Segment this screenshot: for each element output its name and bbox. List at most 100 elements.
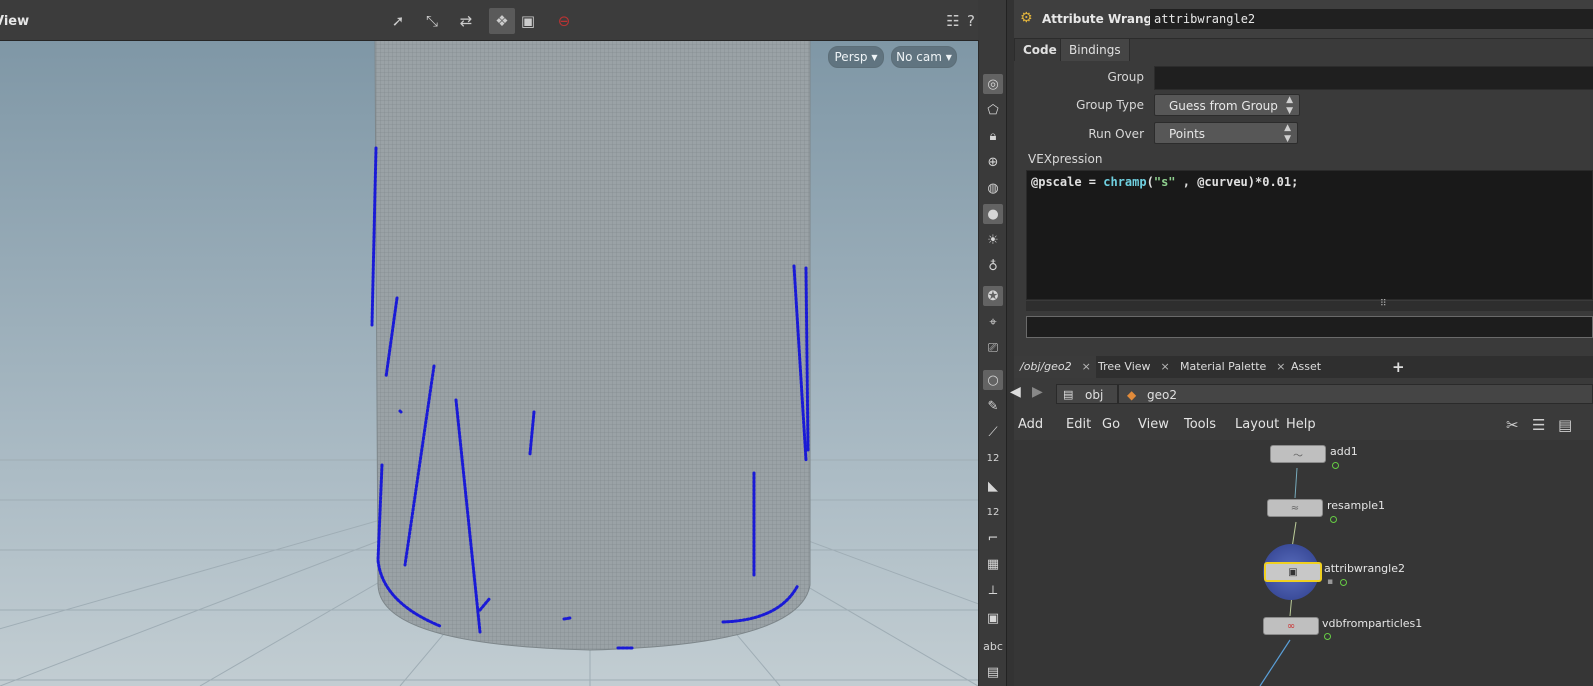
parameter-panel: ⚙ Attribute Wrangle attribwrangle2 Code … (1014, 0, 1593, 356)
viewport-canvas[interactable] (0, 40, 978, 686)
scene-viewport[interactable]: View ➚ ⤡ ⇄ ❖ ▣ ⊖ ☷ ? Persp ▼ No cam ▼ (0, 0, 978, 686)
wrangle-node-icon: ⚙ (1020, 10, 1033, 26)
node-graph[interactable]: 〜 add1 ≈ resample1 ▣ attribwrangle2 ▪ ∞ … (1014, 440, 1593, 686)
tab-label: Tree View (1098, 360, 1151, 373)
menu-tools[interactable]: Tools (1184, 417, 1216, 432)
camera-label: No cam (896, 50, 942, 64)
geometry-icon[interactable]: ⬠ (983, 100, 1003, 120)
network-panel: /obj/geo2 × Tree View × Material Palette × … (1010, 356, 1593, 686)
stop-icon[interactable]: ▣ (983, 608, 1003, 628)
node-attribwrangle2[interactable]: ▣ (1264, 562, 1322, 582)
xray-icon[interactable]: ◍ (983, 178, 1003, 198)
menu-add[interactable]: Add (1018, 417, 1043, 432)
camera-icon[interactable]: ⌖ (983, 312, 1003, 332)
menu-edit[interactable]: Edit (1066, 417, 1091, 432)
node-name-field[interactable]: attribwrangle2 (1150, 9, 1593, 29)
light-icon[interactable]: ☀ (983, 230, 1003, 250)
tab-obj-geo2[interactable]: /obj/geo2 × (1014, 356, 1096, 378)
menu-help[interactable]: Help (1286, 417, 1316, 432)
tab-label: /obj/geo2 (1020, 360, 1072, 373)
menu-layout[interactable]: Layout (1235, 417, 1279, 432)
add-tab-button[interactable]: + (1386, 356, 1405, 378)
tab-tree-view[interactable]: Tree View × (1092, 356, 1178, 378)
breadcrumb-obj[interactable]: ▤ obj (1056, 384, 1118, 404)
select-icon[interactable]: ➚ (385, 8, 411, 34)
breadcrumb-geo2[interactable]: ◆ geo2 (1118, 384, 1593, 404)
group-label: Group (1107, 70, 1144, 84)
vex-code-editor[interactable]: @pscale = chramp("s" , @curveu)*0.01; (1026, 170, 1593, 300)
menu-go[interactable]: Go (1102, 417, 1120, 432)
cylinder-mesh (374, 40, 811, 651)
bulb-icon[interactable]: ♁ (983, 256, 1003, 276)
node-label: vdbfromparticles1 (1322, 617, 1423, 630)
measure-icon[interactable]: ⟂ (983, 580, 1003, 600)
no-entry-icon[interactable]: ⊖ (551, 8, 577, 34)
transform-icon[interactable]: ⤡ (419, 8, 445, 34)
menu-view[interactable]: View (1138, 417, 1169, 432)
camera-menu[interactable]: No cam ▼ (891, 46, 957, 68)
node-add1[interactable]: 〜 (1270, 445, 1326, 463)
node-label: attribwrangle2 (1324, 562, 1405, 575)
display-flag-icon[interactable] (1330, 516, 1337, 523)
node-glyph: ≈ (1290, 502, 1300, 514)
node-vdbfromparticles1[interactable]: ∞ (1263, 617, 1319, 635)
display-options-icon[interactable]: ◎ (983, 74, 1003, 94)
lock-icon[interactable]: ▪ (1327, 577, 1333, 587)
shading-icon[interactable]: ⊕ (983, 152, 1003, 172)
node-resample1[interactable]: ≈ (1267, 499, 1323, 517)
back-arrow-icon[interactable]: ◀ (1010, 384, 1021, 400)
code-function: chramp (1103, 175, 1147, 189)
list-icon[interactable]: ▤ (1558, 416, 1572, 434)
display-flag-icon[interactable] (1324, 633, 1331, 640)
knife-icon[interactable]: ⟋ (983, 422, 1003, 442)
tab-asset-browser[interactable]: Asset Browser× (1285, 356, 1387, 395)
viewport-title: View (0, 14, 30, 29)
forward-arrow-icon[interactable]: ▶ (1032, 384, 1043, 400)
point-icon[interactable]: ○ (983, 370, 1003, 390)
display-flag-icon[interactable] (1332, 462, 1339, 469)
code-text: @pscale = (1031, 175, 1104, 189)
persp-menu[interactable]: Persp ▼ (828, 46, 884, 68)
sphere-icon[interactable]: ● (983, 204, 1003, 224)
handle-icon[interactable]: ⇄ (453, 8, 479, 34)
network-menu-bar: Add Edit Go View Tools Layout Help ✂ ☰ ▤ (1014, 410, 1593, 441)
geo-icon: ◆ (1127, 388, 1137, 402)
tab-bindings[interactable]: Bindings (1060, 38, 1130, 61)
help-icon[interactable]: ? (962, 8, 978, 34)
number-icon[interactable]: 12 (983, 448, 1003, 468)
display-flag-icon[interactable] (1340, 579, 1347, 586)
path-bar: ◀ ▶ ▤ obj ◆ geo2 (1010, 378, 1593, 411)
editor-resize-handle[interactable]: ⠿ (1026, 299, 1593, 311)
tab-code[interactable]: Code (1014, 38, 1066, 61)
extra-input-field[interactable] (1026, 316, 1593, 338)
run-over-label: Run Over (1088, 127, 1144, 141)
lock-icon[interactable]: 🔒︎ (983, 126, 1003, 146)
tree-icon[interactable]: ☰ (1532, 416, 1545, 434)
info-icon[interactable]: ▤ (983, 662, 1003, 682)
grip-icon: ⠿ (1380, 299, 1387, 309)
viewport-toolbar: View ➚ ⤡ ⇄ ❖ ▣ ⊖ ☷ ? (0, 0, 978, 41)
tab-material-palette[interactable]: Material Palette × (1174, 356, 1286, 378)
run-over-menu[interactable]: Points ▲ ▼ (1154, 122, 1298, 144)
brush-icon[interactable]: ✎ (983, 396, 1003, 416)
number-icon-2[interactable]: 12 (983, 502, 1003, 522)
group-type-menu[interactable]: Guess from Group ▲ ▼ (1154, 94, 1300, 116)
render-icon[interactable]: ⎚ (983, 338, 1003, 358)
tools-icon[interactable]: ✂ (1506, 416, 1519, 434)
group-field[interactable] (1154, 66, 1593, 90)
snap-icon[interactable]: ❖ (489, 8, 515, 34)
breadcrumb-label: geo2 (1147, 388, 1177, 402)
obj-icon: ▤ (1063, 388, 1074, 401)
ghost-icon[interactable]: ✪ (983, 286, 1003, 306)
display-icon[interactable]: ▣ (515, 8, 541, 34)
chevron-down-icon: ▼ (945, 52, 952, 62)
grid-icon[interactable]: ▦ (983, 554, 1003, 574)
group-type-label: Group Type (1076, 98, 1144, 112)
text-icon[interactable]: abc (983, 636, 1003, 656)
code-paren: ( (1146, 175, 1154, 189)
curve-icon[interactable]: ⌐ (983, 528, 1003, 548)
eraser-icon[interactable]: ◣ (983, 476, 1003, 496)
close-icon[interactable]: × (1082, 360, 1091, 373)
close-icon[interactable]: × (1161, 360, 1170, 373)
node-glyph: ▣ (1288, 566, 1298, 578)
